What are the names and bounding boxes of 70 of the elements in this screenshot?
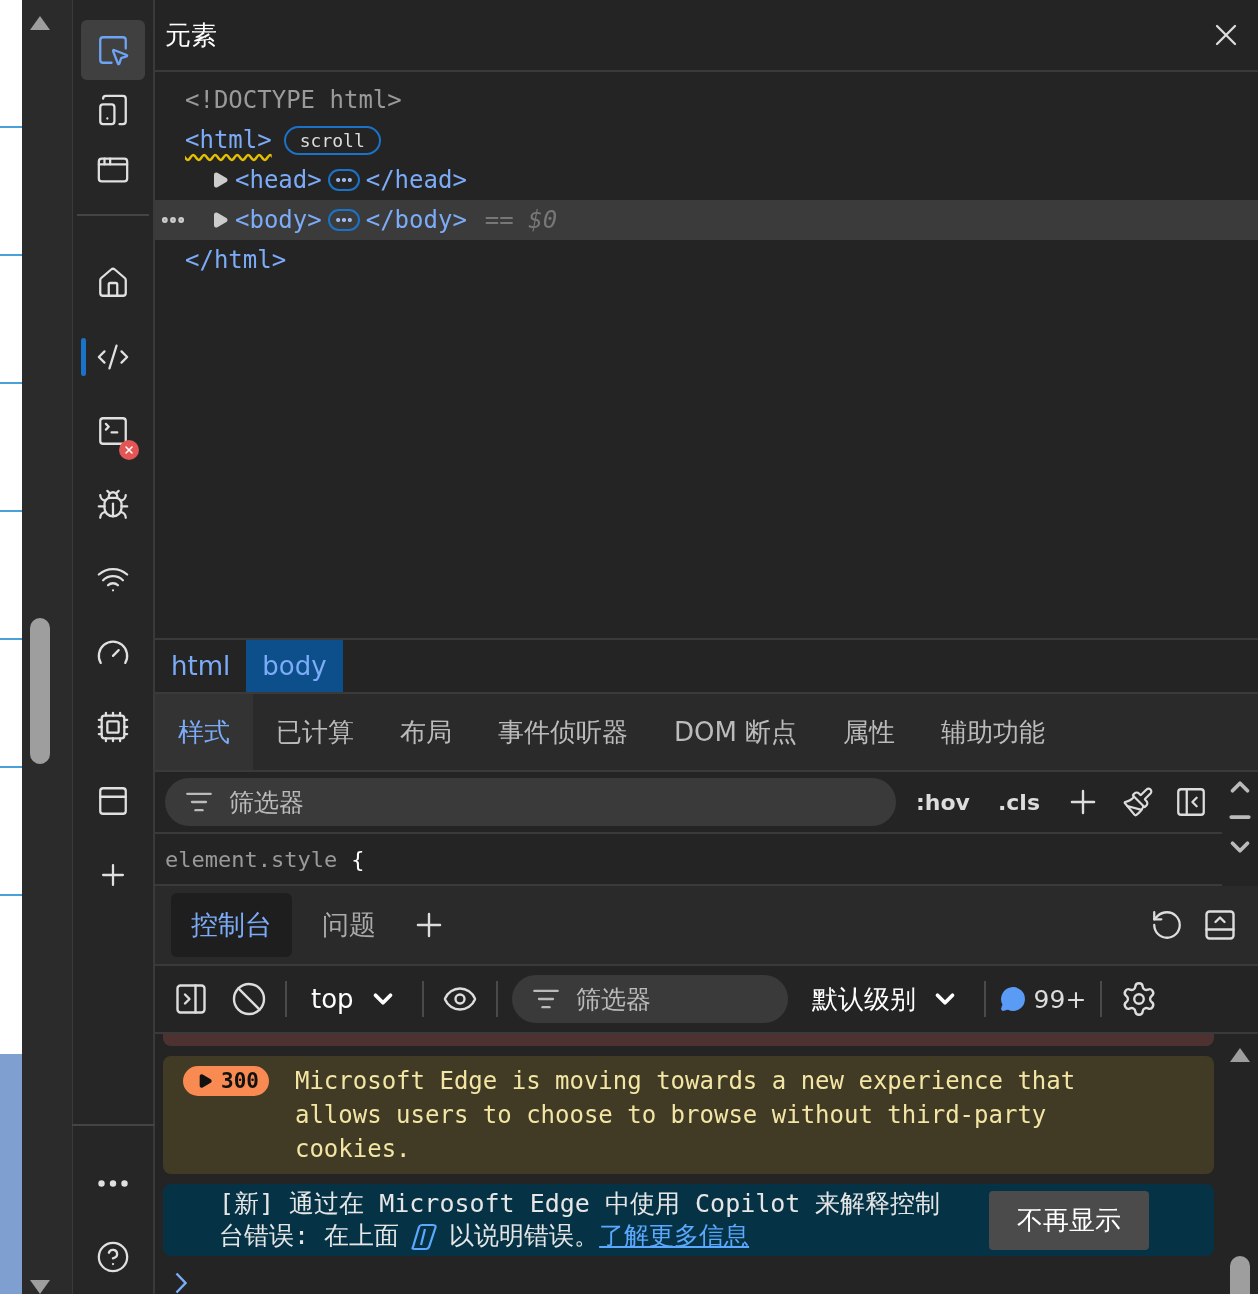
issue-count: 300 [221,1068,259,1095]
panel-icon [96,784,130,818]
panel-tab[interactable]: 属性 [820,694,919,770]
doctype-text: <!DOCTYPE html> [185,86,402,114]
style-selector: element.style [165,846,338,872]
prompt-icon [175,1272,187,1294]
message-count: 99+ [1033,984,1087,1014]
inspect-icon [96,33,130,67]
panel-tab[interactable]: 已计算 [253,694,377,770]
panel-tab[interactable]: 布局 [377,694,475,770]
context-dropdown[interactable]: top [301,984,408,1014]
learn-more-link[interactable]: 了解更多信息 [599,1221,750,1250]
terminal-icon [96,414,130,448]
scroll-up-icon[interactable] [1230,1048,1250,1062]
selected-node-hint: == $0 [484,206,558,234]
selected-indicator [81,338,86,376]
home-icon [96,266,130,300]
tag-text[interactable]: <body> [235,206,322,234]
help-icon [96,1240,130,1274]
toggle-button[interactable]: :hov [908,785,978,819]
tag-text: </html> [185,246,287,274]
tag-text[interactable]: </head> [365,166,467,194]
filter-placeholder: 筛选器 [229,786,304,819]
scroll-down-icon[interactable] [30,1280,50,1294]
panel-title: 元素 [165,18,217,52]
drawer-tab[interactable]: 问题 [302,893,396,957]
panel-icon [173,981,209,1017]
tag-text[interactable]: <html> [185,126,272,154]
breadcrumb[interactable]: html [155,640,247,692]
scrollbar[interactable] [22,0,72,1294]
scroll-thumb[interactable] [30,618,50,764]
clear-icon [231,981,267,1017]
breadcrumb[interactable]: body [246,640,343,692]
more-icon [98,1179,128,1187]
bug-icon [96,488,130,522]
inspect-button[interactable] [81,20,145,80]
message-icon [999,986,1026,1012]
style-brace: { [351,846,365,872]
issue-count-badge[interactable]: 300 [183,1066,269,1096]
console-filter-field[interactable]: 筛选器 [511,975,788,1023]
panel-tab[interactable]: 事件侦听器 [475,694,651,770]
panel-icon [1174,785,1208,819]
triangle-icon [197,1073,213,1089]
dismiss-button[interactable]: 不再显示 [989,1190,1149,1250]
paintbrush-icon [1122,786,1154,818]
scroll-up-icon[interactable] [30,16,50,30]
rotate-icon [1150,908,1184,942]
dock-icon [1202,907,1238,943]
tag-text[interactable]: <head> [235,166,322,194]
panel-tab[interactable]: DOM 断点 [651,694,821,770]
expand-triangle-icon[interactable] [211,171,229,189]
panel-tab[interactable]: 辅助功能 [918,694,1069,770]
level-dropdown[interactable]: 默认级别 [801,981,970,1017]
scroll-badge[interactable]: scroll [283,125,381,155]
filter-field[interactable]: 筛选器 [165,778,897,826]
filter-placeholder: 筛选器 [575,983,651,1016]
message-text: Microsoft Edge is moving towards a new experience that allows users to choose to browse without third-party cookies. [294,1066,1077,1165]
node-row[interactable]: <html> scroll [155,120,1258,160]
selected-row[interactable]: <body> </body> == $0 [155,200,1258,240]
drawer-tab[interactable]: 控制台 [171,893,292,957]
toggle-button[interactable]: .cls [989,785,1048,819]
expand-triangle-icon[interactable] [211,211,229,229]
devices-icon [96,93,130,127]
scroll-thumb[interactable] [1230,1256,1250,1294]
chip-icon [96,710,130,744]
collapsed-content-icon[interactable] [327,169,360,191]
panel-tab[interactable]: 样式 [155,694,253,770]
collapsed-content-icon[interactable] [327,209,360,231]
tag-text[interactable]: </body> [365,206,467,234]
promo-text: [新] 通过在 Microsoft Edge 中使用 Copilot 来解释控制台错误: 在上面 以说明错误。了解更多信息 [219,1188,942,1252]
